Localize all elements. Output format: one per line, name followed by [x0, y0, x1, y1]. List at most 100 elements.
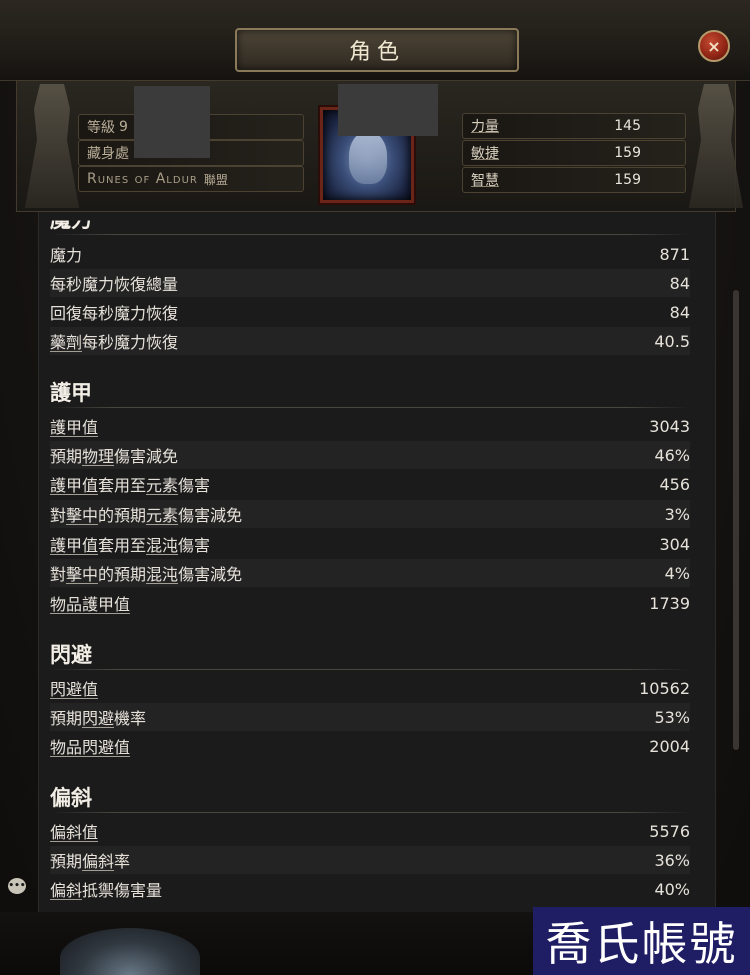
stat-value: 5576	[649, 821, 690, 841]
keyword-link[interactable]: 混沌	[146, 565, 178, 584]
label-text: 的預期	[98, 506, 147, 525]
stat-row-flask-mana-regen[interactable]: 藥劑每秒魔力恢復 40.5	[50, 327, 690, 355]
keyword-link[interactable]: 偏斜	[50, 881, 82, 900]
stat-label: 護甲值	[50, 414, 98, 438]
attribute-value: 159	[614, 145, 641, 161]
keyword-link[interactable]: 閃避	[82, 709, 114, 728]
label-text: 傷害減免	[114, 447, 179, 466]
stat-label: 每秒魔力恢復總量	[50, 275, 179, 294]
stat-row-deflect-chance[interactable]: 預期偏斜率 36%	[50, 846, 690, 874]
league-name: Runes of Aldur	[87, 171, 198, 187]
keyword-link[interactable]: 物理	[82, 447, 114, 466]
character-window: 角色 × 等級 9 藏身處 Runes of Aldur 聯盟 力量 145 敏…	[0, 0, 750, 975]
label-text: 傷害減免	[178, 506, 243, 525]
stat-label: 對擊中的預期元素傷害減免	[50, 502, 242, 526]
stat-label: 閃避值	[50, 676, 98, 700]
label-text: 抵禦傷害量	[82, 881, 163, 900]
stat-row-evade-chance[interactable]: 預期閃避機率 53%	[50, 703, 690, 731]
stat-value: 46%	[654, 445, 690, 465]
stat-row-evasion[interactable]: 閃避值 10562	[50, 674, 690, 702]
section-divider	[50, 234, 690, 235]
window-title: 角色	[348, 40, 405, 65]
keyword-link[interactable]: 物品護甲值	[50, 595, 130, 614]
attribute-label: 力量	[471, 119, 499, 135]
stat-row-armour-vs-chaos[interactable]: 護甲值套用至混沌傷害 304	[50, 530, 690, 558]
stat-label: 預期偏斜率	[50, 848, 130, 872]
label-text: 預期	[50, 709, 83, 728]
attribute-value: 159	[614, 172, 641, 188]
level-value: 9	[119, 119, 128, 135]
close-button[interactable]: ×	[698, 30, 730, 62]
keyword-link[interactable]: 護甲值	[50, 536, 98, 555]
stat-label: 偏斜值	[50, 819, 98, 843]
stat-value: 84	[669, 302, 690, 322]
stat-row-mana[interactable]: 魔力 871	[50, 240, 690, 268]
attribute-label: 敏捷	[471, 146, 499, 162]
stat-label: 藥劑每秒魔力恢復	[50, 329, 178, 353]
label-text: 預期	[50, 447, 83, 466]
chat-icon[interactable]: •••	[8, 878, 26, 894]
stat-row-item-armour[interactable]: 物品護甲值 1739	[50, 589, 690, 617]
stat-row-armour-vs-elemental[interactable]: 護甲值套用至元素傷害 456	[50, 470, 690, 498]
keyword-link[interactable]: 護甲值	[50, 476, 98, 495]
keyword-link[interactable]: 物品閃避值	[50, 738, 130, 757]
stat-label: 對擊中的預期混沌傷害減免	[50, 561, 242, 585]
stat-row-chaos-hit-reduction[interactable]: 對擊中的預期混沌傷害減免 4%	[50, 559, 690, 587]
label-text: 套用至	[98, 476, 147, 495]
league-row: Runes of Aldur 聯盟	[78, 166, 304, 192]
label-text: 的預期	[98, 565, 147, 584]
label-text: 傷害	[178, 536, 211, 555]
label-text: 對	[50, 506, 67, 525]
close-icon: ×	[707, 36, 721, 56]
stat-row-deflect-prevented[interactable]: 偏斜抵禦傷害量 40%	[50, 875, 690, 903]
attribute-dexterity[interactable]: 敏捷 159	[462, 140, 686, 166]
keyword-link[interactable]: 元素	[146, 506, 178, 525]
section-title-armour: 護甲	[50, 381, 92, 405]
keyword-link[interactable]: 護甲值	[50, 418, 98, 437]
section-divider	[50, 669, 690, 670]
label-text: 對	[50, 565, 67, 584]
stat-label: 物品閃避值	[50, 734, 130, 758]
section-title-deflect: 偏斜	[50, 786, 92, 810]
attribute-intelligence[interactable]: 智慧 159	[462, 167, 686, 193]
label-text: 套用至	[98, 536, 147, 555]
stat-value: 53%	[654, 707, 690, 727]
keyword-link[interactable]: 擊中	[66, 565, 98, 584]
keyword-link[interactable]: 混沌	[146, 536, 178, 555]
stat-row-armour[interactable]: 護甲值 3043	[50, 412, 690, 440]
keyword-link[interactable]: 閃避值	[50, 680, 98, 699]
section-divider	[50, 407, 690, 408]
stat-value: 3%	[664, 504, 690, 524]
stat-row-mana-regen[interactable]: 回復每秒魔力恢復 84	[50, 298, 690, 326]
level-label: 等級	[87, 120, 115, 136]
stat-value: 2004	[649, 736, 690, 756]
stats-scrollbar[interactable]	[733, 290, 739, 750]
stat-label: 魔力	[50, 246, 83, 265]
stash-label: 藏身處	[87, 146, 129, 162]
stat-value: 40%	[654, 879, 690, 899]
keyword-link[interactable]: 擊中	[66, 506, 98, 525]
stat-label: 護甲值套用至元素傷害	[50, 472, 210, 496]
stat-label: 回復每秒魔力恢復	[50, 304, 179, 323]
stat-row-item-evasion[interactable]: 物品閃避值 2004	[50, 732, 690, 760]
attribute-strength[interactable]: 力量 145	[462, 113, 686, 139]
stat-value: 1739	[649, 593, 690, 613]
stat-row-physical-reduction[interactable]: 預期物理傷害減免 46%	[50, 441, 690, 469]
stat-row-deflect[interactable]: 偏斜值 5576	[50, 817, 690, 845]
keyword-link[interactable]: 偏斜	[82, 852, 114, 871]
stat-label: 護甲值套用至混沌傷害	[50, 532, 210, 556]
watermark-text: 喬氏帳號	[545, 917, 738, 971]
league-suffix: 聯盟	[203, 172, 228, 187]
keyword-link[interactable]: 偏斜值	[50, 823, 98, 842]
stat-value: 10562	[639, 678, 690, 698]
label-text: 傷害減免	[178, 565, 243, 584]
stat-value: 3043	[649, 416, 690, 436]
watermark: 喬氏帳號	[533, 907, 750, 975]
title-plaque: 角色	[235, 28, 519, 72]
stat-row-mana-regen-total[interactable]: 每秒魔力恢復總量 84	[50, 269, 690, 297]
keyword-link[interactable]: 元素	[146, 476, 178, 495]
stat-row-elemental-hit-reduction[interactable]: 對擊中的預期元素傷害減免 3%	[50, 500, 690, 528]
redacted-name-block	[134, 86, 210, 158]
stat-value: 36%	[654, 850, 690, 870]
keyword-link[interactable]: 藥劑	[50, 333, 82, 352]
